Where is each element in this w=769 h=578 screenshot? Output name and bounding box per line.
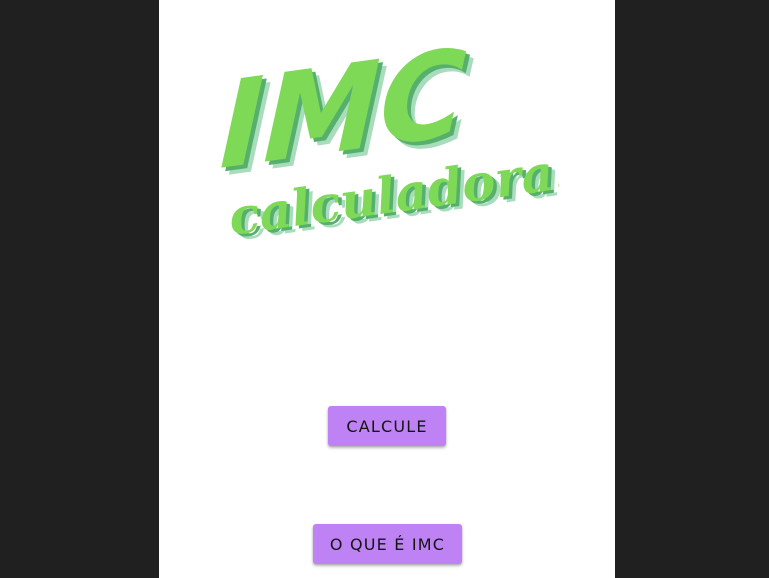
imc-calculadora-logo: IMC IMC IMC calculadora! calculadora! ca… <box>219 24 559 244</box>
backdrop: IMC IMC IMC calculadora! calculadora! ca… <box>0 0 769 578</box>
app-screen: IMC IMC IMC calculadora! calculadora! ca… <box>159 0 615 578</box>
calculate-button[interactable]: CALCULE <box>328 406 446 446</box>
what-is-imc-button[interactable]: O QUE É IMC <box>313 524 462 564</box>
